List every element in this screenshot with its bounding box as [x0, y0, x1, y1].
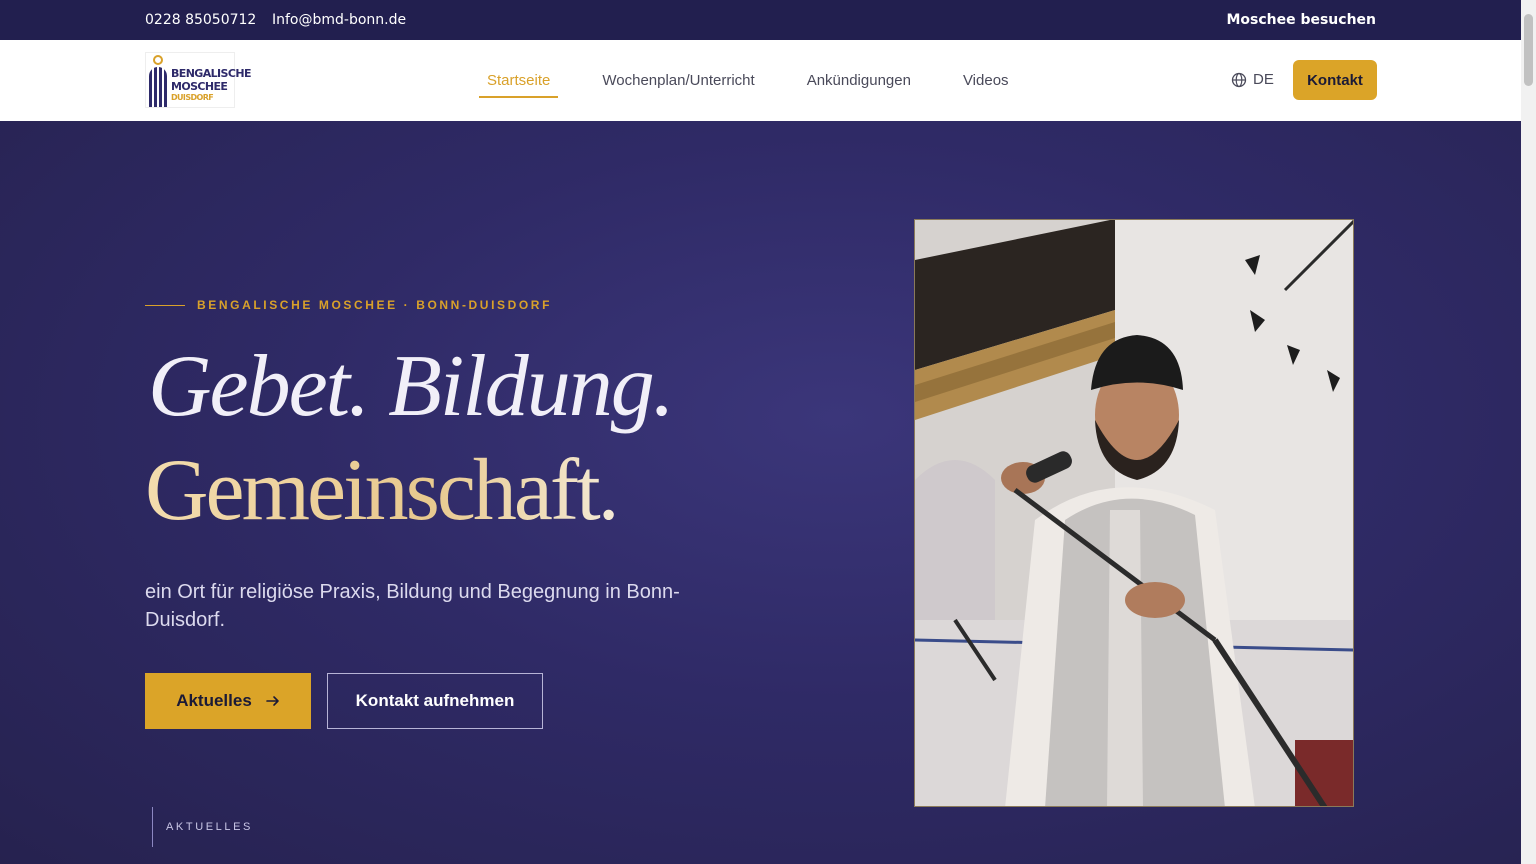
minaret-icon	[149, 67, 167, 107]
news-button-label: Aktuelles	[176, 691, 252, 710]
hero-photo	[914, 219, 1354, 807]
logo-text-line2: MOSCHEE	[171, 80, 228, 93]
phone-number[interactable]: 0228 85050712	[145, 12, 256, 28]
hero-lead-text: ein Ort für religiöse Praxis, Bildung un…	[145, 581, 680, 631]
nav-item-ankuendigungen[interactable]: Ankündigungen	[799, 64, 919, 97]
logo-text-line3: DUISDORF	[171, 93, 214, 102]
nav-item-startseite[interactable]: Startseite	[479, 64, 559, 98]
nav-item-videos[interactable]: Videos	[955, 64, 1017, 97]
hero-headline-line2: Gemeinschaft.	[145, 442, 620, 539]
globe-icon	[1231, 72, 1247, 87]
hero-section: BENGALISCHE MOSCHEE · BONN-DUISDORF Gebe…	[0, 121, 1521, 864]
arrow-right-icon	[265, 696, 279, 706]
logo-text-line1: BENGALISCHE	[171, 67, 251, 80]
news-button[interactable]: Aktuelles	[145, 673, 311, 729]
visit-mosque-link[interactable]: Moschee besuchen	[1226, 12, 1376, 28]
site-logo[interactable]: BENGALISCHE MOSCHEE DUISDORF	[145, 52, 251, 108]
eyebrow-divider	[145, 304, 185, 306]
hero-eyebrow: BENGALISCHE MOSCHEE · BONN-DUISDORF	[145, 298, 552, 312]
news-tab-label: AKTUELLES	[166, 821, 253, 833]
email-link[interactable]: Info@bmd-bonn.de	[272, 12, 406, 28]
hero-headline-line1: Gebet. Bildung.	[148, 338, 675, 435]
news-section-tab[interactable]: AKTUELLES	[152, 807, 253, 847]
main-navbar: BENGALISCHE MOSCHEE DUISDORF Startseite …	[0, 40, 1521, 121]
top-utility-bar: 0228 85050712 Info@bmd-bonn.de Moschee b…	[0, 0, 1521, 40]
nav-item-wochenplan[interactable]: Wochenplan/Unterricht	[594, 64, 762, 97]
contact-button[interactable]: Kontakt	[1293, 60, 1377, 100]
primary-nav: Startseite Wochenplan/Unterricht Ankündi…	[479, 40, 1017, 121]
language-switcher[interactable]: DE	[1231, 71, 1274, 88]
eyebrow-text: BENGALISCHE MOSCHEE · BONN-DUISDORF	[197, 298, 553, 312]
page-scrollbar[interactable]	[1521, 0, 1536, 864]
scrollbar-thumb[interactable]	[1524, 14, 1533, 86]
contact-us-button[interactable]: Kontakt aufnehmen	[327, 673, 543, 729]
crescent-icon	[153, 55, 163, 65]
language-label: DE	[1253, 71, 1274, 88]
